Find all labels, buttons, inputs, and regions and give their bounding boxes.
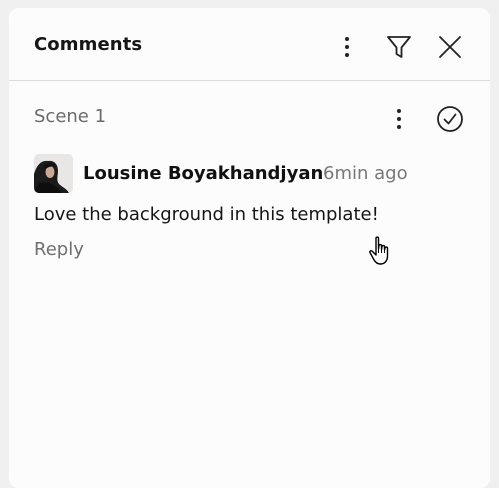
scene-more-button[interactable] bbox=[384, 104, 414, 134]
close-button[interactable] bbox=[435, 32, 465, 62]
panel-title: Comments bbox=[34, 34, 143, 55]
filter-icon bbox=[387, 36, 411, 58]
more-vertical-icon bbox=[397, 109, 401, 129]
comments-header: Comments bbox=[9, 8, 490, 81]
comment-author: Lousine Boyakhandjyan bbox=[83, 163, 324, 184]
filter-button[interactable] bbox=[384, 32, 414, 62]
close-icon bbox=[439, 36, 461, 58]
reply-button[interactable]: Reply bbox=[34, 239, 84, 260]
header-more-button[interactable] bbox=[332, 32, 362, 62]
comments-panel: Comments Scene 1 Lousine Boyakhandjyan 6… bbox=[9, 8, 490, 488]
comment-timestamp: 6min ago bbox=[323, 163, 408, 184]
scene-header: Scene 1 bbox=[9, 100, 490, 136]
comment-text: Love the background in this template! bbox=[34, 204, 379, 225]
avatar[interactable] bbox=[34, 154, 73, 193]
more-vertical-icon bbox=[345, 37, 349, 57]
scene-title: Scene 1 bbox=[34, 106, 107, 127]
check-circle-icon bbox=[437, 106, 463, 132]
hand-pointer-icon bbox=[369, 236, 389, 265]
resolve-button[interactable] bbox=[435, 104, 465, 134]
